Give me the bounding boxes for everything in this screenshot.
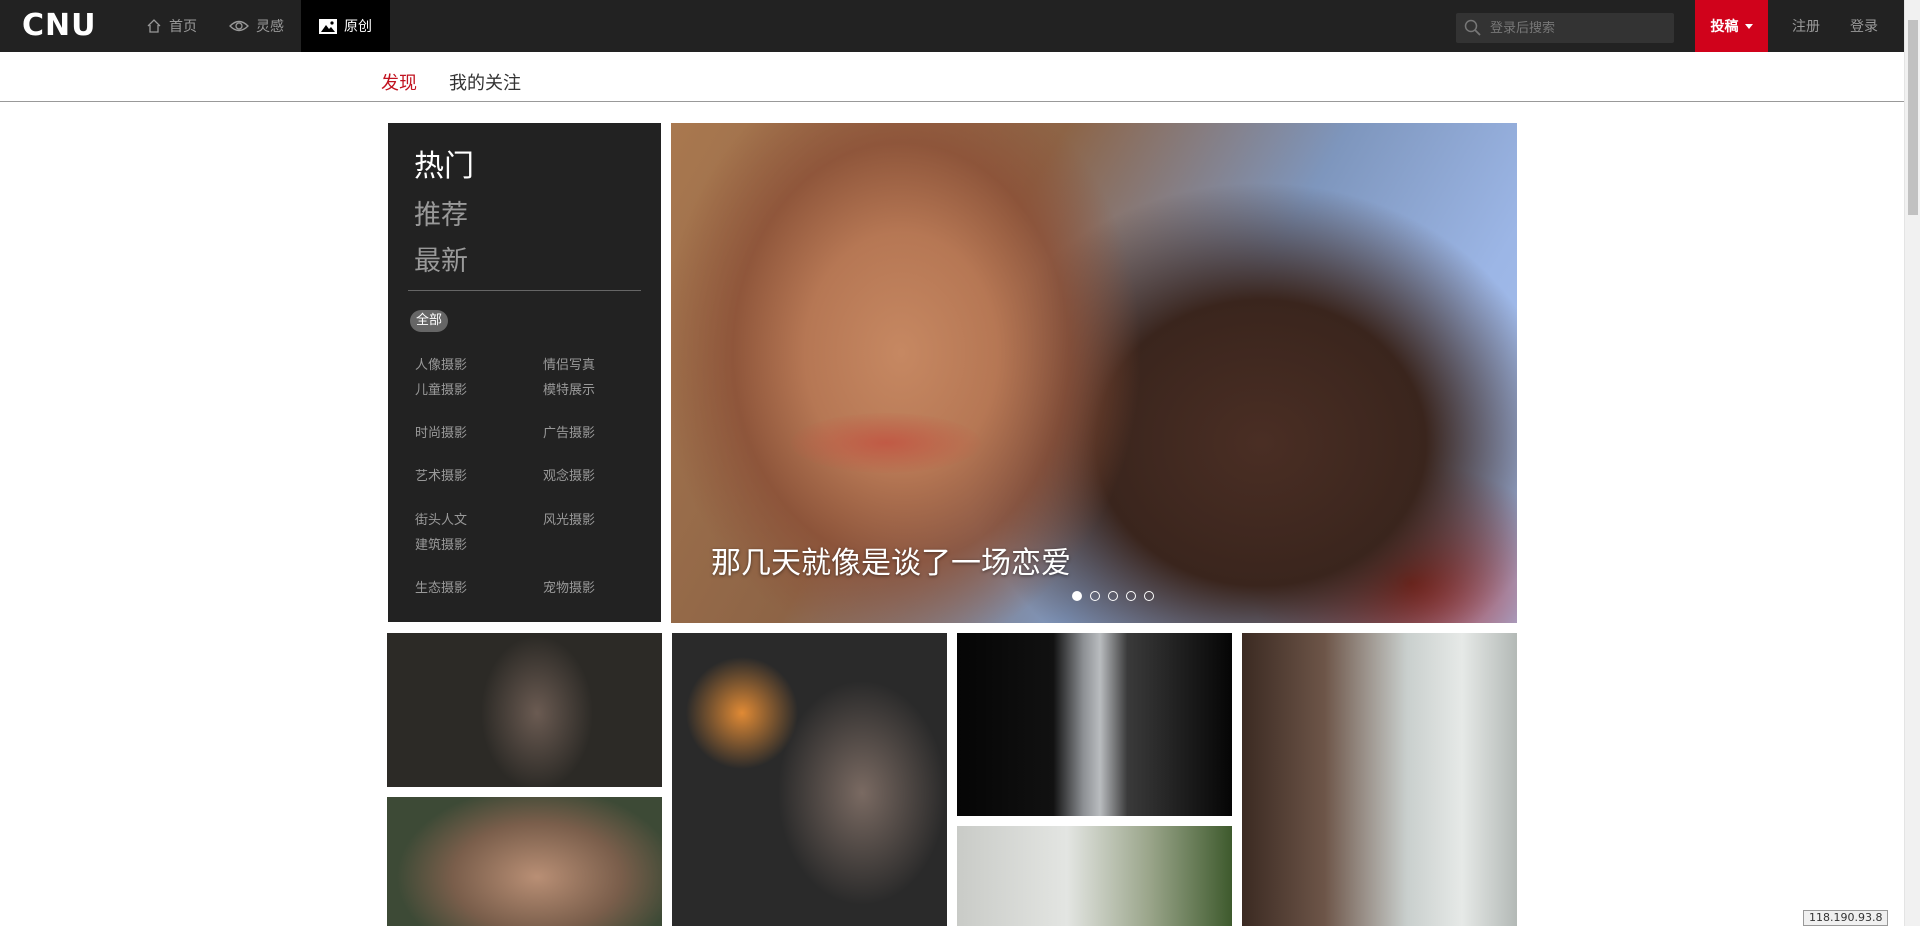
caret-down-icon bbox=[1744, 23, 1753, 29]
category-street[interactable]: 街头人文 bbox=[415, 509, 467, 528]
scrollbar-thumb[interactable] bbox=[1908, 20, 1918, 215]
image-icon bbox=[319, 18, 337, 34]
ip-address-badge: 118.190.93.8 bbox=[1803, 910, 1889, 926]
photo-thumbnail[interactable] bbox=[957, 633, 1232, 816]
category-architecture[interactable]: 建筑摄影 bbox=[415, 534, 467, 553]
tab-discover[interactable]: 发现 bbox=[381, 69, 417, 95]
sort-recommended[interactable]: 推荐 bbox=[414, 193, 468, 232]
category-model[interactable]: 模特展示 bbox=[543, 379, 595, 398]
page-scrollbar[interactable] bbox=[1904, 0, 1920, 926]
submit-work-label: 投稿 bbox=[1710, 19, 1739, 35]
panel-divider bbox=[408, 290, 641, 291]
category-landscape[interactable]: 风光摄影 bbox=[543, 509, 595, 528]
sort-latest[interactable]: 最新 bbox=[414, 239, 468, 278]
category-pets[interactable]: 宠物摄影 bbox=[543, 577, 595, 596]
hero-photo-detail bbox=[791, 413, 981, 473]
carousel-dot[interactable] bbox=[1090, 591, 1100, 601]
category-couple[interactable]: 情侣写真 bbox=[543, 354, 595, 373]
nav-original-label: 原创 bbox=[344, 19, 372, 35]
photo-thumbnail[interactable] bbox=[957, 826, 1232, 926]
submit-work-button[interactable]: 投稿 bbox=[1695, 0, 1768, 52]
search-icon bbox=[1464, 19, 1481, 36]
nav-original[interactable]: 原创 bbox=[301, 0, 390, 52]
category-advertising[interactable]: 广告摄影 bbox=[543, 422, 595, 441]
carousel-dot[interactable] bbox=[1072, 591, 1082, 601]
photo-thumbnail[interactable] bbox=[1242, 633, 1517, 926]
search-box[interactable] bbox=[1456, 13, 1674, 43]
photo-thumbnail[interactable] bbox=[387, 797, 662, 926]
nav-inspiration[interactable]: 灵感 bbox=[229, 0, 284, 52]
sort-hot[interactable]: 热门 bbox=[414, 141, 474, 185]
home-icon bbox=[147, 19, 161, 33]
carousel-dots bbox=[1072, 591, 1154, 601]
hero-carousel[interactable]: 那几天就像是谈了一场恋爱 bbox=[671, 123, 1517, 623]
top-navbar: CNU 首页 灵感 原创 投稿 注册 登录 bbox=[0, 0, 1904, 52]
search-input[interactable] bbox=[1490, 20, 1660, 36]
site-logo[interactable]: CNU bbox=[22, 11, 96, 41]
category-concept[interactable]: 观念摄影 bbox=[543, 465, 595, 484]
carousel-dot[interactable] bbox=[1144, 591, 1154, 601]
carousel-dot[interactable] bbox=[1108, 591, 1118, 601]
category-art[interactable]: 艺术摄影 bbox=[415, 465, 467, 484]
nav-inspiration-label: 灵感 bbox=[256, 19, 284, 35]
sub-tabs: 发现 我的关注 bbox=[0, 52, 1904, 102]
photo-thumbnail[interactable] bbox=[387, 633, 662, 787]
login-link[interactable]: 登录 bbox=[1850, 0, 1878, 52]
hero-caption[interactable]: 那几天就像是谈了一场恋爱 bbox=[711, 538, 1071, 582]
tab-following[interactable]: 我的关注 bbox=[449, 69, 521, 95]
category-portrait[interactable]: 人像摄影 bbox=[415, 354, 467, 373]
category-children[interactable]: 儿童摄影 bbox=[415, 379, 467, 398]
category-fashion[interactable]: 时尚摄影 bbox=[415, 422, 467, 441]
carousel-dot[interactable] bbox=[1126, 591, 1136, 601]
photo-thumbnail[interactable] bbox=[672, 633, 947, 926]
category-all-badge[interactable]: 全部 bbox=[410, 310, 449, 332]
eye-icon bbox=[229, 20, 249, 32]
category-panel: 热门 推荐 最新 全部 人像摄影 情侣写真 儿童摄影 模特展示 时尚摄影 广告摄… bbox=[388, 123, 661, 622]
register-link[interactable]: 注册 bbox=[1792, 0, 1820, 52]
nav-home-label: 首页 bbox=[169, 19, 197, 35]
category-ecology[interactable]: 生态摄影 bbox=[415, 577, 467, 596]
nav-home[interactable]: 首页 bbox=[146, 0, 197, 52]
